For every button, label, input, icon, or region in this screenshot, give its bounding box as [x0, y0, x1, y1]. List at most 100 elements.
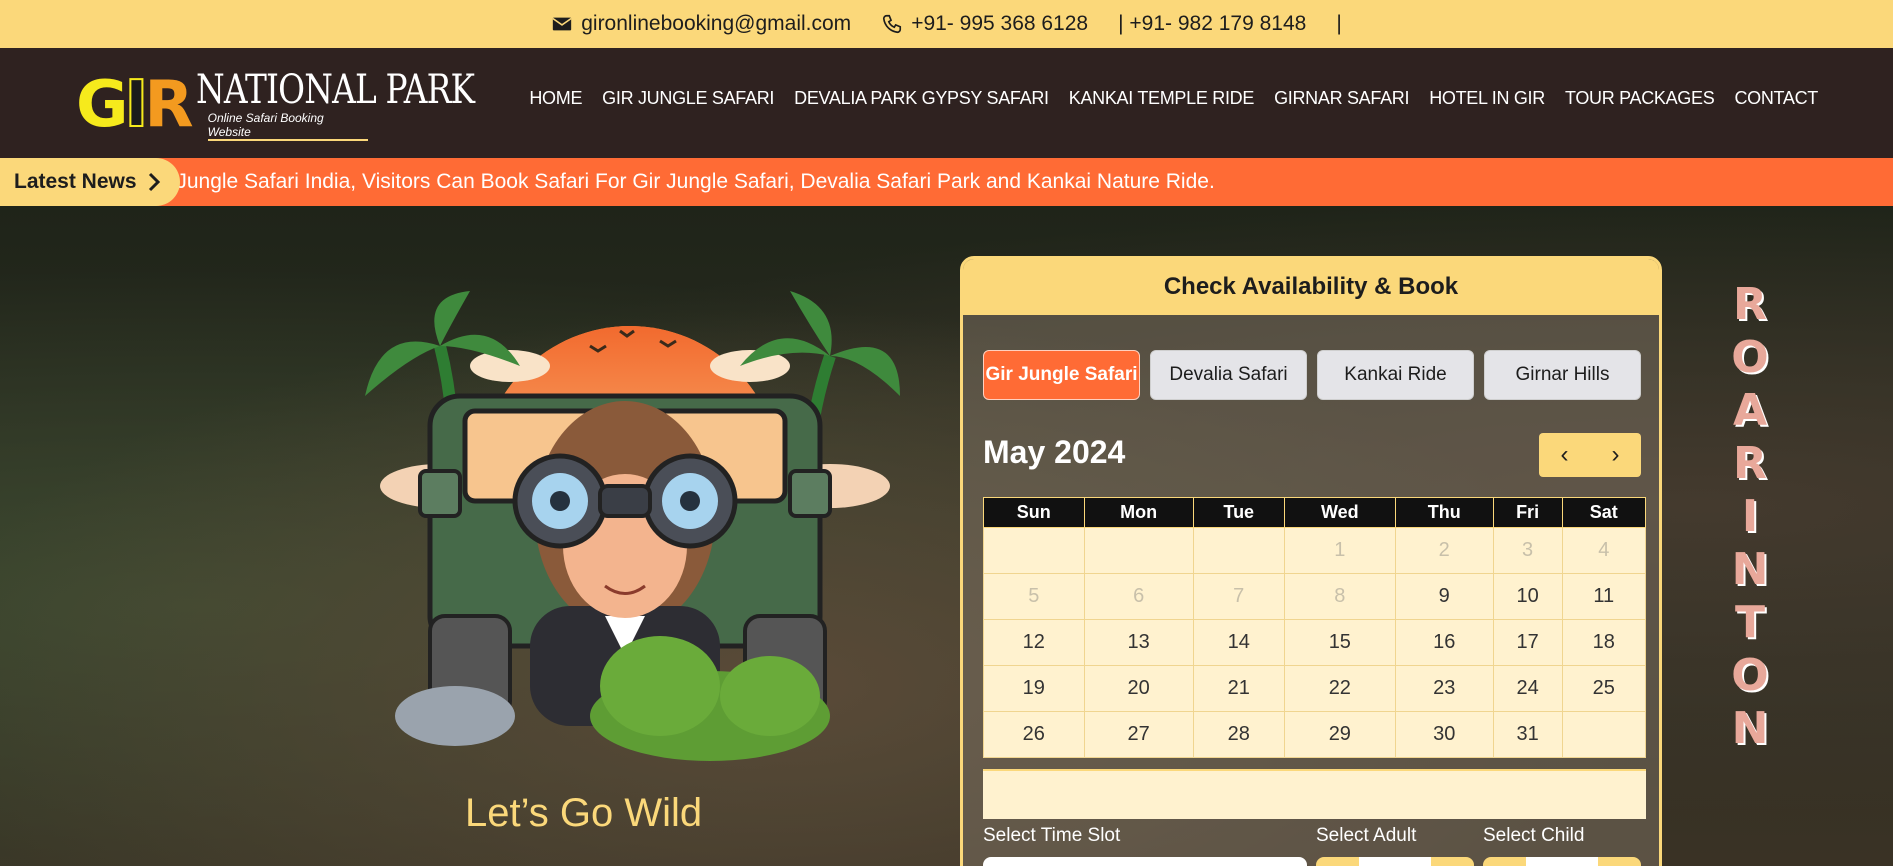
- latest-news-label: Latest News: [0, 158, 180, 206]
- child-decrement-button[interactable]: [1483, 857, 1526, 866]
- tab-kankai-ride[interactable]: Kankai Ride: [1317, 350, 1474, 400]
- calendar-footer: [983, 769, 1646, 819]
- side-letter: O: [1731, 332, 1769, 383]
- calendar-day[interactable]: 9: [1394, 573, 1494, 620]
- calendar-nav: ‹ ›: [1539, 433, 1641, 477]
- calendar-day[interactable]: 28: [1192, 711, 1285, 758]
- news-ticker-text[interactable]: y Jungle Safari India, Visitors Can Book…: [160, 158, 1215, 206]
- weekday-header: Sun: [983, 497, 1085, 528]
- calendar-day-disabled: 1: [1283, 527, 1396, 574]
- weekday-header: Wed: [1283, 497, 1396, 528]
- adult-stepper[interactable]: [1316, 857, 1474, 866]
- separator-text: |: [1336, 12, 1342, 35]
- adult-decrement-button[interactable]: [1316, 857, 1359, 866]
- nav-hotel-in-gir[interactable]: HOTEL IN GIR: [1429, 88, 1545, 109]
- weekday-header: Thu: [1394, 497, 1494, 528]
- calendar-week-row: 5 6 7 8 9 10 11: [983, 573, 1647, 620]
- side-letter: T: [1734, 597, 1765, 648]
- child-stepper[interactable]: [1483, 857, 1641, 866]
- weekday-header: Tue: [1192, 497, 1285, 528]
- time-slot-select[interactable]: [983, 857, 1307, 866]
- news-ticker: y Jungle Safari India, Visitors Can Book…: [0, 158, 1893, 206]
- calendar-day[interactable]: 16: [1394, 619, 1494, 666]
- booking-inputs: [983, 857, 1646, 866]
- time-slot-label: Select Time Slot: [983, 825, 1121, 846]
- chevron-left-icon[interactable]: ‹: [1561, 441, 1569, 469]
- tab-gir-jungle-safari[interactable]: Gir Jungle Safari: [983, 350, 1140, 400]
- calendar-day[interactable]: 14: [1192, 619, 1285, 666]
- logo-letter-g: G: [76, 68, 128, 142]
- calendar-empty-cell: [1561, 711, 1647, 758]
- tab-devalia-safari[interactable]: Devalia Safari: [1150, 350, 1307, 400]
- logo-subtitle: Online Safari Booking Website: [207, 111, 368, 141]
- calendar-day[interactable]: 19: [983, 665, 1085, 712]
- calendar-day[interactable]: 29: [1283, 711, 1396, 758]
- tab-girnar-hills[interactable]: Girnar Hills: [1484, 350, 1641, 400]
- phone-number-2: | +91- 982 179 8148: [1118, 12, 1307, 35]
- safari-illustration: [365, 291, 900, 761]
- calendar-day[interactable]: 13: [1083, 619, 1194, 666]
- chevron-right-icon[interactable]: ›: [1612, 441, 1620, 469]
- roar-side-text: R O A R I N T O N: [1730, 278, 1770, 755]
- calendar-weekday-row: Sun Mon Tue Wed Thu Fri Sat: [983, 497, 1647, 528]
- nav-kankai-temple-ride[interactable]: KANKAI TEMPLE RIDE: [1069, 88, 1255, 109]
- latest-news-text: Latest News: [14, 170, 137, 193]
- calendar-day[interactable]: 17: [1492, 619, 1563, 666]
- calendar-day-disabled: 4: [1561, 527, 1647, 574]
- calendar-day[interactable]: 20: [1083, 665, 1194, 712]
- calendar-month-title: May 2024: [983, 434, 1126, 470]
- calendar-week-row: 26 27 28 29 30 31: [983, 711, 1647, 758]
- calendar-day[interactable]: 31: [1492, 711, 1563, 758]
- child-increment-button[interactable]: [1598, 857, 1641, 866]
- nav-devalia-park-gypsy-safari[interactable]: DEVALIA PARK GYPSY SAFARI: [794, 88, 1049, 109]
- nav-home[interactable]: HOME: [529, 88, 582, 109]
- nav-gir-jungle-safari[interactable]: GIR JUNGLE SAFARI: [602, 88, 774, 109]
- side-letter: N: [1731, 703, 1769, 754]
- calendar-day-disabled: 2: [1394, 527, 1494, 574]
- side-letter: O: [1731, 650, 1769, 701]
- chevron-right-icon: [148, 172, 160, 192]
- phone-link-1[interactable]: +91- 995 368 6128: [881, 12, 1088, 36]
- logo-title: NATIONAL PARK: [195, 67, 475, 113]
- side-letter: N: [1731, 544, 1769, 595]
- calendar-day[interactable]: 11: [1561, 573, 1647, 620]
- calendar-day[interactable]: 23: [1394, 665, 1494, 712]
- calendar-day-disabled: 5: [983, 573, 1085, 620]
- side-letter: I: [1741, 491, 1759, 542]
- child-count-field[interactable]: [1526, 857, 1598, 866]
- calendar-day[interactable]: 25: [1561, 665, 1647, 712]
- phone-link-2[interactable]: | +91- 982 179 8148: [1118, 12, 1306, 36]
- calendar-day[interactable]: 22: [1283, 665, 1396, 712]
- calendar-day[interactable]: 18: [1561, 619, 1647, 666]
- site-logo[interactable]: GIR NATIONAL PARK Online Safari Booking …: [76, 67, 535, 141]
- email-link[interactable]: gironlinebooking@gmail.com: [551, 12, 851, 36]
- calendar-day[interactable]: 26: [983, 711, 1085, 758]
- calendar-day[interactable]: 30: [1394, 711, 1494, 758]
- calendar-day-disabled: 6: [1083, 573, 1194, 620]
- nav-contact[interactable]: CONTACT: [1734, 88, 1818, 109]
- calendar-day[interactable]: 12: [983, 619, 1085, 666]
- adult-increment-button[interactable]: [1431, 857, 1474, 866]
- nav-tour-packages[interactable]: TOUR PACKAGES: [1565, 88, 1715, 109]
- nav-girnar-safari[interactable]: GIRNAR SAFARI: [1274, 88, 1409, 109]
- logo-letter-r: R: [144, 68, 193, 142]
- side-letter: R: [1733, 279, 1767, 330]
- logo-gir-mark: GIR: [76, 72, 194, 138]
- calendar-day[interactable]: 21: [1192, 665, 1285, 712]
- calendar-day[interactable]: 15: [1283, 619, 1396, 666]
- calendar-day[interactable]: 10: [1492, 573, 1563, 620]
- booking-card-title: Check Availability & Book: [963, 259, 1659, 315]
- adult-count-field[interactable]: [1359, 857, 1431, 866]
- calendar-week-row: 19 20 21 22 23 24 25: [983, 665, 1647, 712]
- calendar-week-row: 12 13 14 15 16 17 18: [983, 619, 1647, 666]
- calendar-empty-cell: [1083, 527, 1194, 574]
- weekday-header: Fri: [1492, 497, 1563, 528]
- calendar-day[interactable]: 24: [1492, 665, 1563, 712]
- calendar-day-disabled: 7: [1192, 573, 1285, 620]
- calendar-day-disabled: 3: [1492, 527, 1563, 574]
- child-label: Select Child: [1483, 825, 1585, 846]
- topbar-separator: |: [1336, 12, 1341, 36]
- adult-label: Select Adult: [1316, 825, 1417, 846]
- hero-section: Let’s Go Wild Check Availability & Book …: [0, 206, 1893, 866]
- calendar-day[interactable]: 27: [1083, 711, 1194, 758]
